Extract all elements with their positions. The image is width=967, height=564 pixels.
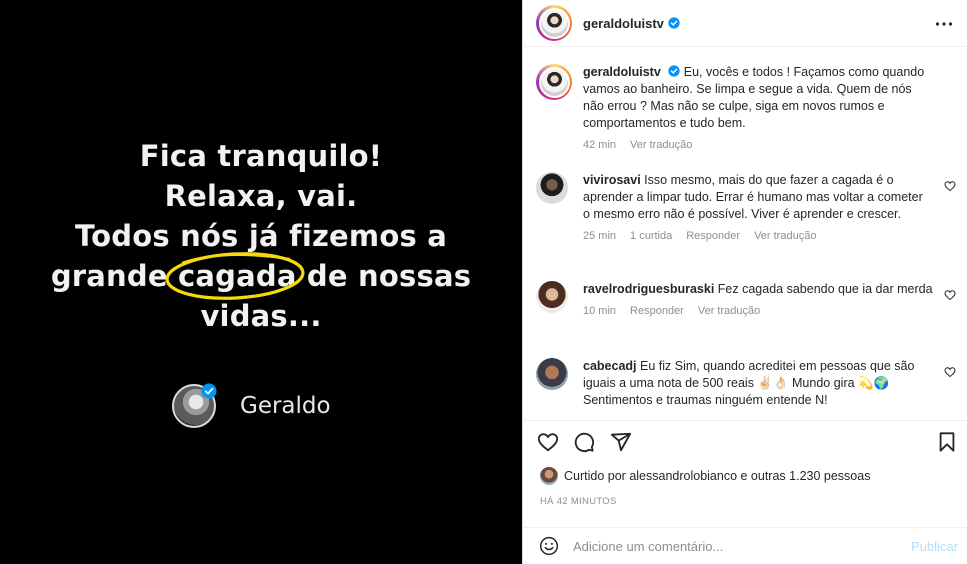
verified-badge-icon [668, 17, 680, 29]
reply-button[interactable]: Responder [686, 228, 740, 245]
author-avatar [172, 383, 217, 428]
likes-summary[interactable]: Curtido por alessandrolobianco e outras … [540, 467, 870, 485]
comment-username[interactable]: cabecadj [583, 359, 637, 373]
comment-input[interactable] [573, 535, 903, 557]
author-name: Geraldo [240, 393, 331, 419]
caption-time[interactable]: 42 min [583, 137, 616, 154]
liker-avatar [540, 467, 558, 485]
heart-icon[interactable] [944, 180, 956, 192]
post-sidebar: geraldoluistv geraldoluistv Eu, vocês e … [522, 0, 967, 564]
verified-badge-icon [668, 65, 680, 77]
author-signature: Geraldo [172, 383, 331, 429]
comment-item: ravelrodriguesburaski Fez cagada sabendo… [536, 281, 956, 317]
quote-line-5: vidas... [200, 299, 322, 333]
post-time-ago[interactable]: HÁ 42 MINUTOS [540, 496, 617, 507]
comment-likes[interactable]: 1 curtida [630, 228, 672, 245]
bookmark-icon[interactable] [936, 431, 958, 453]
header-avatar[interactable] [536, 5, 572, 41]
verified-badge-icon [201, 383, 217, 399]
header-username[interactable]: geraldoluistv [583, 16, 664, 31]
comment-bubble-icon[interactable] [573, 431, 595, 453]
caption-translate[interactable]: Ver tradução [630, 137, 692, 154]
comment-item: vivirosavi Isso mesmo, mais do que fazer… [536, 172, 956, 242]
comment-time[interactable]: 25 min [583, 228, 616, 245]
comment-item: cabecadj Eu fiz Sim, quando acreditei em… [536, 358, 956, 407]
quote-line-4: grande cagada de nossas [50, 259, 472, 293]
share-send-icon[interactable] [610, 431, 632, 453]
heart-icon[interactable] [944, 366, 956, 378]
like-heart-icon[interactable] [537, 431, 559, 453]
quote-line-3: Todos nós já fizemos a [75, 219, 447, 253]
add-comment-bar: Publicar [523, 527, 967, 564]
comment-username[interactable]: vivirosavi [583, 173, 641, 187]
quote-text: Fica tranquilo! Relaxa, vai. Todos nós j… [0, 136, 522, 336]
comment-time[interactable]: 10 min [583, 303, 616, 320]
liked-by-prefix: Curtido por [564, 469, 630, 483]
quote-line-1: Fica tranquilo! [139, 139, 383, 173]
comment-avatar[interactable] [536, 172, 568, 204]
comment-avatar[interactable] [536, 281, 568, 313]
more-horizontal-icon[interactable] [934, 14, 954, 34]
caption-username[interactable]: geraldoluistv [583, 65, 661, 79]
comment-text: Fez cagada sabendo que ia dar merda [717, 282, 933, 296]
translate-button[interactable]: Ver tradução [698, 303, 760, 320]
quote-line-2: Relaxa, vai. [164, 179, 358, 213]
post-image[interactable]: Fica tranquilo! Relaxa, vai. Todos nós j… [0, 0, 522, 564]
comments-list[interactable]: geraldoluistv Eu, vocês e todos ! Façamo… [523, 48, 967, 420]
caption-avatar[interactable] [536, 64, 572, 100]
translate-button[interactable]: Ver tradução [754, 228, 816, 245]
comment-avatar[interactable] [536, 358, 568, 390]
emoji-icon[interactable] [539, 536, 559, 556]
post-header: geraldoluistv [523, 0, 967, 47]
liked-by-user[interactable]: alessandrolobianco [629, 469, 737, 483]
publish-button[interactable]: Publicar [911, 539, 958, 554]
liked-by-suffix[interactable]: e outras 1.230 pessoas [737, 469, 871, 483]
reply-button[interactable]: Responder [630, 303, 684, 320]
heart-icon[interactable] [944, 289, 956, 301]
comment-username[interactable]: ravelrodriguesburaski [583, 282, 714, 296]
